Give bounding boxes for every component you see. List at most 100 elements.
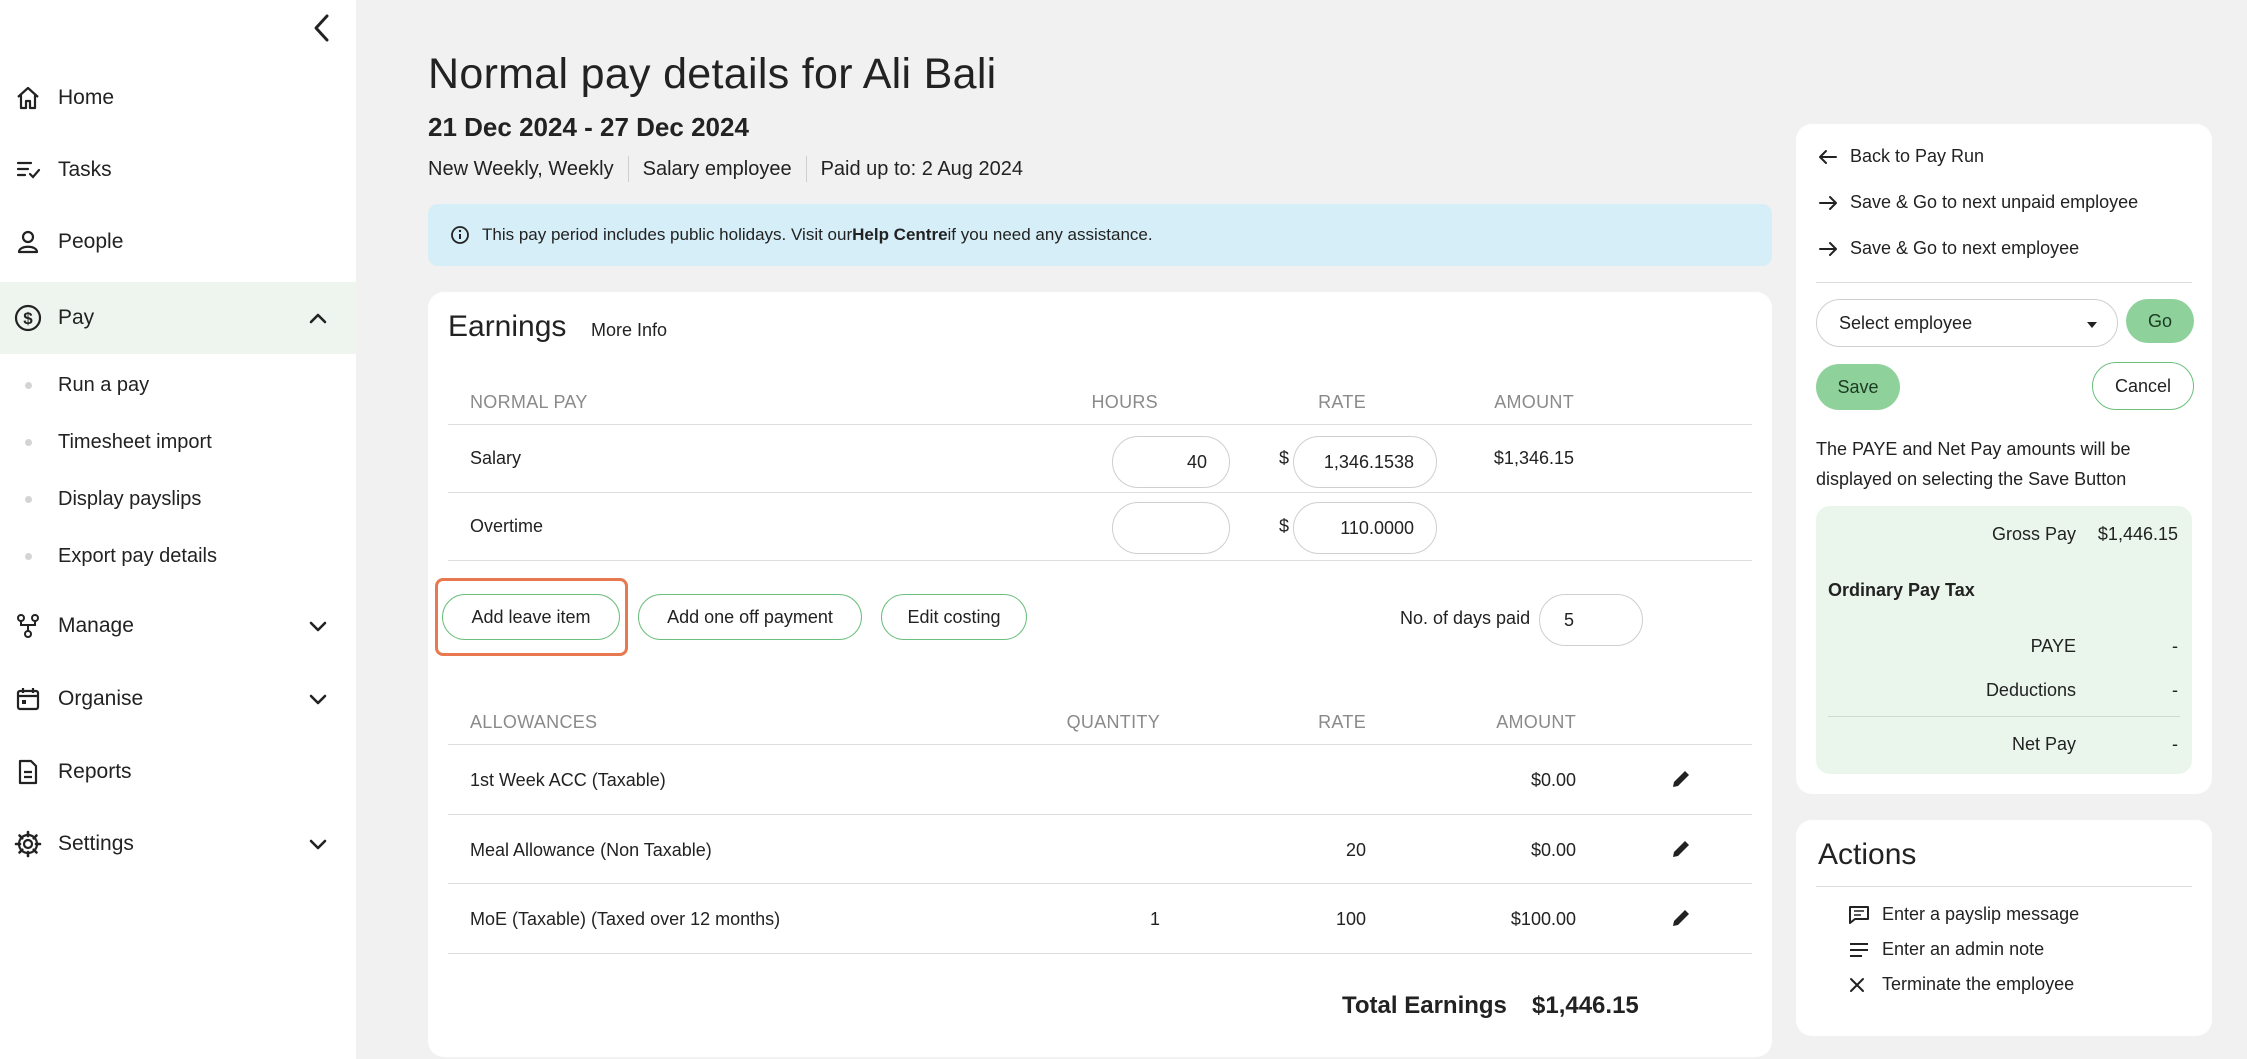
add-one-off-payment-button[interactable]: Add one off payment [638, 594, 862, 640]
rate-input[interactable]: 110.0000 [1293, 502, 1437, 554]
sidebar-item-label: Organise [58, 687, 144, 710]
quantity-value: 1 [1149, 909, 1160, 929]
actions-card: Actions Enter a payslip message Enter an… [1796, 820, 2212, 1036]
collapse-sidebar-button[interactable] [302, 8, 342, 48]
bullet-icon [25, 382, 32, 389]
pencil-icon[interactable] [1668, 905, 1694, 931]
sidebar-subitem-display-payslips[interactable]: Display payslips [0, 474, 356, 524]
divider [448, 883, 1752, 884]
cancel-button[interactable]: Cancel [2092, 362, 2194, 410]
chevron-down-icon [304, 612, 332, 640]
paid-up-to: Paid up to: 2 Aug 2024 [820, 157, 1023, 180]
pencil-icon[interactable] [1668, 836, 1694, 862]
hours-header: HOURS [1091, 392, 1158, 412]
page-title: Normal pay details for Ali Bali [428, 50, 997, 98]
save-note: The PAYE and Net Pay amounts will be dis… [1816, 439, 2131, 489]
info-icon [450, 225, 470, 245]
rate-value: 100 [1335, 909, 1366, 929]
sidebar-item-pay[interactable]: $ Pay [0, 282, 356, 354]
deductions-value: - [2172, 680, 2178, 700]
svg-text:$: $ [23, 309, 33, 328]
deductions-label: Deductions [1985, 680, 2076, 700]
rate-input[interactable]: 1,346.1538 [1293, 436, 1437, 488]
currency-symbol: $ [1279, 448, 1290, 468]
banner-text: if you need any assistance. [947, 225, 1153, 244]
person-icon [14, 228, 42, 256]
terminate-employee-action[interactable]: Terminate the employee [1848, 974, 2074, 995]
ordinary-pay-tax-label: Ordinary Pay Tax [1828, 580, 1975, 600]
divider [627, 156, 629, 182]
action-label: Enter a payslip message [1882, 904, 2080, 924]
total-earnings-value: $1,446.15 [1532, 992, 1639, 1019]
normal-pay-header: NORMAL PAY [470, 392, 588, 412]
add-leave-item-button[interactable]: Add leave item [442, 594, 620, 640]
currency-symbol: $ [1279, 516, 1290, 536]
amount-value: $100.00 [1510, 909, 1576, 929]
sidebar-item-label: Manage [58, 614, 134, 637]
sidebar: Home Tasks People $ Pay Run a pay Timesh… [0, 0, 356, 1059]
pay-period: 21 Dec 2024 - 27 Dec 2024 [428, 112, 749, 142]
link-label: Save & Go to next employee [1850, 238, 2080, 258]
bullet-icon [25, 553, 32, 560]
document-icon [14, 758, 42, 786]
bullet-icon [25, 496, 32, 503]
sidebar-subitem-timesheet-import[interactable]: Timesheet import [0, 417, 356, 467]
amount-value: $0.00 [1530, 840, 1576, 860]
sidebar-item-settings[interactable]: Settings [0, 808, 356, 880]
sidebar-item-label: Settings [58, 832, 134, 855]
help-centre-link[interactable]: Help Centre [852, 225, 947, 245]
earnings-card: Earnings More Info NORMAL PAY HOURS RATE… [428, 292, 1772, 1057]
divider [805, 156, 807, 182]
save-next-employee-link[interactable]: Save & Go to next employee [1818, 238, 2079, 259]
select-employee-dropdown[interactable]: Select employee [1816, 299, 2118, 347]
sidebar-item-organise[interactable]: Organise [0, 663, 356, 735]
chevron-down-icon [304, 685, 332, 713]
sidebar-subitem-label: Export pay details [58, 544, 217, 567]
sidebar-subitem-export-pay-details[interactable]: Export pay details [0, 531, 356, 581]
sidebar-item-label: Home [58, 86, 115, 109]
link-label: Save & Go to next unpaid employee [1850, 192, 2139, 212]
close-icon [1848, 976, 1874, 994]
save-button[interactable]: Save [1816, 364, 1900, 410]
go-button[interactable]: Go [2126, 299, 2194, 343]
pencil-icon[interactable] [1668, 766, 1694, 792]
gross-pay-label: Gross Pay [1991, 524, 2076, 544]
divider [448, 492, 1752, 493]
save-next-unpaid-link[interactable]: Save & Go to next unpaid employee [1818, 192, 2138, 213]
hours-input[interactable] [1112, 502, 1230, 554]
back-to-pay-run-link[interactable]: Back to Pay Run [1818, 146, 1984, 167]
select-value: Select employee [1839, 312, 1973, 333]
divider [448, 744, 1752, 745]
sidebar-item-label: Tasks [58, 158, 112, 181]
divider [448, 814, 1752, 815]
amount-header: AMOUNT [1494, 392, 1574, 412]
sidebar-subitem-run-a-pay[interactable]: Run a pay [0, 360, 356, 410]
admin-note-action[interactable]: Enter an admin note [1848, 939, 2044, 960]
sidebar-subitem-label: Display payslips [58, 487, 202, 510]
gear-icon [14, 830, 42, 858]
sidebar-item-people[interactable]: People [0, 206, 356, 278]
rate-value: 20 [1345, 840, 1366, 860]
earnings-title: Earnings [448, 310, 567, 343]
days-paid-input[interactable]: 5 [1539, 594, 1643, 646]
more-info-link[interactable]: More Info [591, 320, 667, 341]
chevron-up-icon [304, 304, 332, 332]
employee-meta: New Weekly, Weekly Salary employee Paid … [428, 156, 1023, 182]
hours-input[interactable]: 40 [1112, 436, 1230, 488]
sidebar-item-tasks[interactable]: Tasks [0, 134, 356, 206]
divider [1816, 282, 2192, 283]
chevron-left-icon [314, 14, 329, 42]
actions-title: Actions [1818, 838, 1917, 871]
amount-header: AMOUNT [1496, 712, 1576, 732]
sidebar-item-home[interactable]: Home [0, 62, 356, 134]
payslip-message-action[interactable]: Enter a payslip message [1848, 904, 2079, 925]
divider [1828, 716, 2180, 717]
banner-text: This pay period includes public holidays… [482, 225, 853, 244]
sidebar-item-reports[interactable]: Reports [0, 736, 356, 808]
net-pay-value: - [2172, 734, 2178, 754]
net-pay-label: Net Pay [2011, 734, 2076, 754]
public-holiday-banner: This pay period includes public holidays… [428, 204, 1772, 266]
divider [448, 560, 1752, 561]
edit-costing-button[interactable]: Edit costing [881, 594, 1027, 640]
sidebar-item-manage[interactable]: Manage [0, 590, 356, 662]
